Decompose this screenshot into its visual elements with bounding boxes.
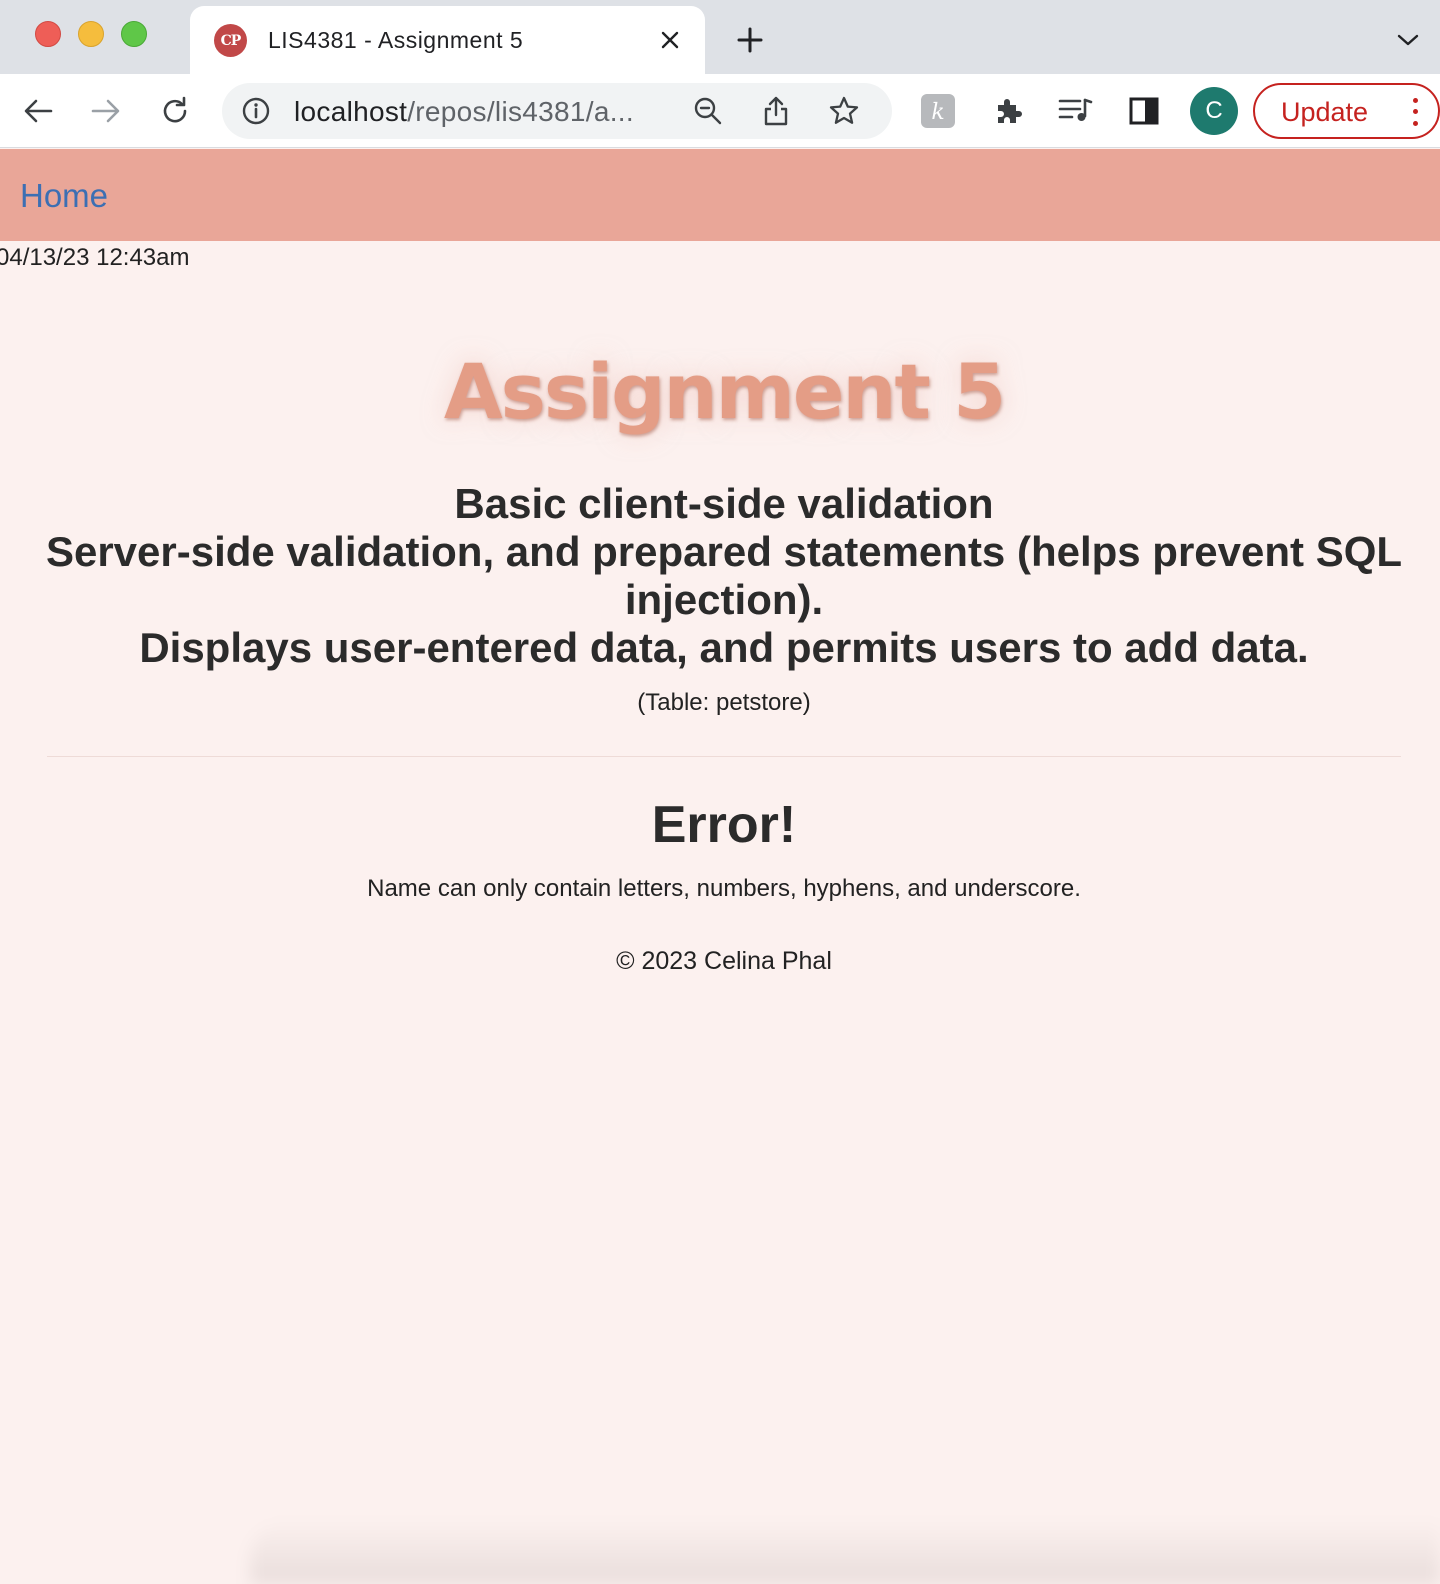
- error-heading: Error!: [651, 796, 797, 854]
- media-queue-icon[interactable]: [1054, 89, 1098, 133]
- minimize-window-button[interactable]: [78, 21, 104, 47]
- error-message: Name can only contain letters, numbers, …: [367, 875, 1081, 902]
- browser-toolbar: localhost/repos/lis4381/a... k C Update: [0, 74, 1440, 148]
- address-bar[interactable]: localhost/repos/lis4381/a...: [222, 83, 892, 139]
- close-window-button[interactable]: [35, 21, 61, 47]
- home-link[interactable]: Home: [20, 177, 108, 215]
- chevron-down-icon[interactable]: [1392, 24, 1424, 56]
- url-text[interactable]: localhost/repos/lis4381/a...: [294, 96, 634, 128]
- reload-icon[interactable]: [153, 89, 197, 133]
- page-content: Home 04/13/23 12:43am Assignment 5 Basic…: [0, 149, 1440, 1584]
- maximize-window-button[interactable]: [121, 21, 147, 47]
- extensions-puzzle-icon[interactable]: [986, 89, 1030, 133]
- more-vertical-icon[interactable]: [1405, 95, 1425, 129]
- forward-arrow-icon[interactable]: [84, 89, 128, 133]
- tab-close-icon[interactable]: [650, 20, 690, 60]
- zoom-out-icon[interactable]: [690, 93, 726, 129]
- back-arrow-icon[interactable]: [16, 89, 60, 133]
- share-icon[interactable]: [758, 93, 794, 129]
- description-line-1: Basic client-side validation: [454, 480, 994, 527]
- site-info-icon[interactable]: [240, 95, 272, 127]
- new-tab-icon[interactable]: [730, 20, 770, 60]
- navbar: Home: [0, 149, 1440, 241]
- page-title: Assignment 5: [443, 347, 1006, 436]
- active-tab[interactable]: CP LIS4381 - Assignment 5: [190, 6, 705, 74]
- tab-strip: CP LIS4381 - Assignment 5: [0, 0, 1440, 74]
- footer-copyright: © 2023 Celina Phal: [616, 947, 832, 975]
- description-line-3: Displays user-entered data, and permits …: [139, 624, 1309, 671]
- datetime-text: 04/13/23 12:43am: [0, 244, 190, 271]
- assignment-description: Basic client-side validation Server-side…: [40, 480, 1408, 672]
- tab-title: LIS4381 - Assignment 5: [268, 27, 524, 53]
- favicon-icon: CP: [214, 24, 247, 57]
- url-path: /repos/lis4381/a...: [407, 96, 634, 127]
- description-line-2: Server-side validation, and prepared sta…: [45, 528, 1403, 623]
- side-panel-icon[interactable]: [1122, 89, 1166, 133]
- profile-avatar[interactable]: C: [1190, 87, 1238, 135]
- table-note: (Table: petstore): [637, 689, 811, 716]
- window-shadow: [250, 1519, 1440, 1584]
- divider: [47, 756, 1401, 757]
- svg-text:k: k: [931, 100, 944, 125]
- update-label: Update: [1281, 97, 1369, 127]
- url-host: localhost: [294, 96, 408, 127]
- extension-k-icon[interactable]: k: [916, 89, 960, 133]
- update-button[interactable]: Update: [1253, 83, 1440, 139]
- bookmark-star-icon[interactable]: [826, 93, 862, 129]
